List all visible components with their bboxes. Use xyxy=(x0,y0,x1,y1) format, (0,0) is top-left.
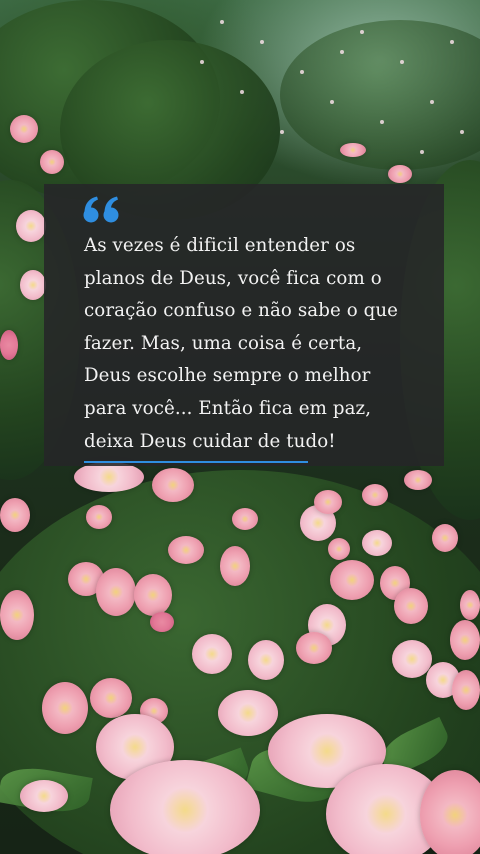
rose xyxy=(110,760,260,854)
rose xyxy=(134,574,172,616)
rose xyxy=(90,678,132,718)
petal xyxy=(340,50,344,54)
petal xyxy=(430,100,434,104)
rose xyxy=(340,143,366,157)
quote-text: As vezes é dificil entender os planos de… xyxy=(84,235,399,452)
rose xyxy=(328,538,350,560)
rose xyxy=(20,780,68,812)
rose xyxy=(192,634,232,674)
rose xyxy=(314,490,342,514)
rose xyxy=(16,210,46,242)
rose xyxy=(330,560,374,600)
petal xyxy=(240,90,244,94)
rose xyxy=(392,640,432,678)
rose xyxy=(296,632,332,664)
rose xyxy=(0,498,30,532)
rose xyxy=(150,612,174,632)
petal xyxy=(380,120,384,124)
petal xyxy=(360,30,364,34)
rose xyxy=(420,770,480,854)
petal xyxy=(220,20,224,24)
quote-mark-icon xyxy=(83,196,119,223)
rose xyxy=(0,330,18,360)
rose xyxy=(432,524,458,552)
rose xyxy=(248,640,284,680)
rose xyxy=(232,508,258,530)
rose xyxy=(42,682,88,734)
rose xyxy=(404,470,432,490)
rose xyxy=(452,670,480,710)
petal xyxy=(200,60,204,64)
rose xyxy=(10,115,38,143)
petal xyxy=(420,150,424,154)
rose xyxy=(362,484,388,506)
petal xyxy=(260,40,264,44)
rose xyxy=(460,590,480,620)
petal xyxy=(330,100,334,104)
rose xyxy=(0,590,34,640)
rose xyxy=(394,588,428,624)
rose xyxy=(218,690,278,736)
petal xyxy=(460,130,464,134)
quote-underline xyxy=(84,461,308,463)
rose xyxy=(74,462,144,492)
petal xyxy=(280,130,284,134)
rose xyxy=(362,530,392,556)
rose xyxy=(20,270,46,300)
rose xyxy=(152,468,194,502)
rose xyxy=(168,536,204,564)
petal xyxy=(400,60,404,64)
rose xyxy=(86,505,112,529)
rose xyxy=(40,150,64,174)
rose xyxy=(220,546,250,586)
rose xyxy=(450,620,480,660)
rose xyxy=(96,568,136,616)
rose xyxy=(388,165,412,183)
petal xyxy=(300,70,304,74)
quote-card: As vezes é dificil entender os planos de… xyxy=(44,184,444,466)
petal xyxy=(450,40,454,44)
